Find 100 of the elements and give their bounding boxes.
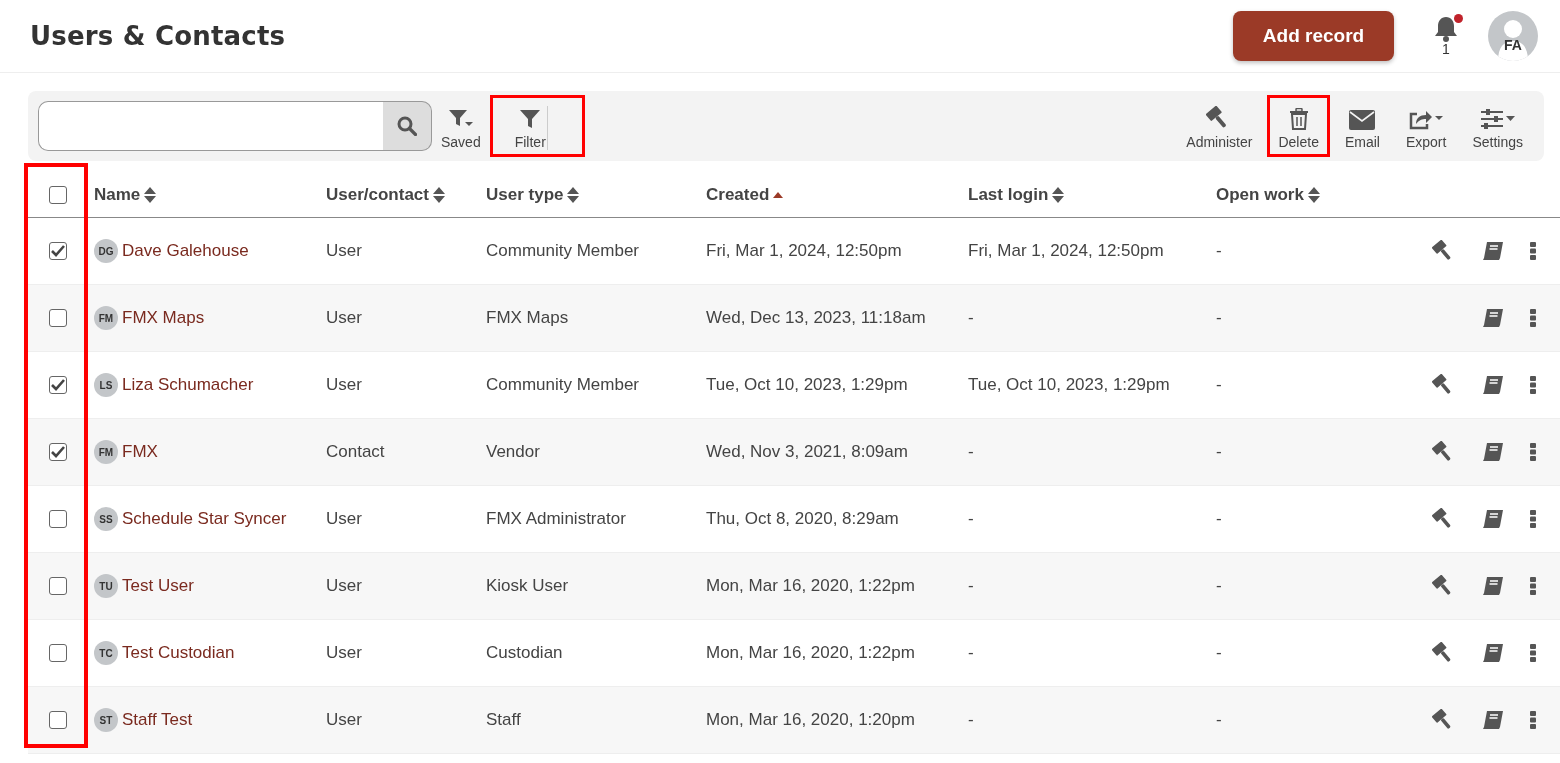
book-icon[interactable]: [1482, 643, 1504, 663]
table-cell-text: Wed, Nov 3, 2021, 8:09am: [705, 442, 909, 462]
table-cell-text: -: [1215, 576, 1223, 596]
initials-avatar: DG: [94, 239, 118, 263]
table-cell-text: Kiosk User: [485, 576, 570, 596]
saved-button[interactable]: Saved: [432, 95, 490, 157]
email-button[interactable]: Email: [1333, 95, 1391, 157]
book-icon[interactable]: [1482, 375, 1504, 395]
initials-avatar: ST: [94, 708, 118, 732]
export-button[interactable]: Export: [1394, 95, 1458, 157]
name-link[interactable]: Staff Test: [122, 710, 193, 730]
name-link[interactable]: Test User: [122, 576, 194, 596]
table-cell-text: Mon, Mar 16, 2020, 1:20pm: [705, 710, 916, 730]
table-cell-text: Custodian: [485, 643, 564, 663]
book-icon[interactable]: [1482, 308, 1504, 328]
column-header[interactable]: User type: [480, 185, 700, 205]
table-cell-text: -: [967, 442, 975, 462]
administer-button[interactable]: Administer: [1175, 95, 1264, 157]
table-cell-text: Mon, Mar 16, 2020, 1:22pm: [705, 643, 916, 663]
page-title: Users & Contacts: [30, 21, 287, 51]
settings-button[interactable]: Settings: [1461, 95, 1534, 157]
table-cell-text: User: [325, 710, 363, 730]
initials-avatar: SS: [94, 507, 118, 531]
add-record-button[interactable]: Add record: [1233, 11, 1394, 61]
table-cell-text: Tue, Oct 10, 2023, 1:29pm: [705, 375, 909, 395]
checkbox[interactable]: [49, 443, 67, 461]
checkbox[interactable]: [49, 309, 67, 327]
funnel-icon: [519, 108, 542, 130]
sort-up-icon[interactable]: [773, 192, 784, 198]
checkbox[interactable]: [49, 376, 67, 394]
table-cell-text: -: [967, 308, 975, 328]
delete-button[interactable]: Delete: [1267, 95, 1330, 157]
initials-avatar: LS: [94, 373, 118, 397]
table-cell-text: FMX Administrator: [485, 509, 627, 529]
sort-icon[interactable]: [567, 187, 580, 203]
user-avatar[interactable]: FA: [1488, 11, 1538, 61]
envelope-icon: [1349, 110, 1376, 130]
notification-count: 1: [1442, 42, 1450, 56]
name-link[interactable]: FMX: [122, 442, 158, 462]
column-header[interactable]: Name: [88, 185, 320, 205]
table-cell-text: User: [325, 308, 363, 328]
table-cell-text: Contact: [325, 442, 386, 462]
table-cell-text: User: [325, 509, 363, 529]
book-icon[interactable]: [1482, 710, 1504, 730]
checkbox[interactable]: [49, 644, 67, 662]
column-header[interactable]: Open work: [1210, 185, 1410, 205]
name-link[interactable]: Test Custodian: [122, 643, 235, 663]
table-cell-text: Mon, Mar 16, 2020, 1:22pm: [705, 576, 916, 596]
sort-icon[interactable]: [1307, 187, 1320, 203]
name-link[interactable]: Liza Schumacher: [122, 375, 254, 395]
more-icon[interactable]: [1530, 309, 1536, 327]
table-cell-text: Community Member: [485, 241, 641, 261]
more-icon[interactable]: [1530, 376, 1536, 394]
trash-icon: [1288, 108, 1309, 130]
more-icon[interactable]: [1530, 644, 1536, 662]
more-icon[interactable]: [1530, 242, 1536, 260]
table-cell-text: -: [1215, 241, 1223, 261]
more-icon[interactable]: [1530, 510, 1536, 528]
table-cell-text: Tue, Oct 10, 2023, 1:29pm: [967, 375, 1171, 395]
more-icon[interactable]: [1530, 443, 1536, 461]
table-cell-text: Staff: [485, 710, 522, 730]
table-cell-text: Wed, Dec 13, 2023, 11:18am: [705, 308, 927, 328]
table-cell-text: -: [1215, 308, 1223, 328]
table-cell-text: Vendor: [485, 442, 541, 462]
table-cell-text: Thu, Oct 8, 2020, 8:29am: [705, 509, 900, 529]
table-cell-text: -: [1215, 643, 1223, 663]
table-cell-text: -: [1215, 375, 1223, 395]
name-link[interactable]: Schedule Star Syncer: [122, 509, 287, 529]
table-cell-text: -: [967, 576, 975, 596]
table-cell-text: -: [967, 710, 975, 730]
checkbox[interactable]: [49, 242, 67, 260]
table-cell-text: Community Member: [485, 375, 641, 395]
initials-avatar: FM: [94, 306, 118, 330]
book-icon[interactable]: [1482, 509, 1504, 529]
column-header[interactable]: User/contact: [320, 185, 480, 205]
table-cell-text: -: [967, 643, 975, 663]
checkbox[interactable]: [49, 711, 67, 729]
checkbox[interactable]: [49, 510, 67, 528]
checkbox[interactable]: [49, 577, 67, 595]
table-cell-text: Fri, Mar 1, 2024, 12:50pm: [705, 241, 903, 261]
book-icon[interactable]: [1482, 241, 1504, 261]
column-header[interactable]: Last login: [962, 185, 1210, 205]
filter-button[interactable]: Filter: [489, 95, 585, 157]
name-link[interactable]: Dave Galehouse: [122, 241, 249, 261]
sort-icon[interactable]: [144, 187, 157, 203]
book-icon[interactable]: [1482, 576, 1504, 596]
more-icon[interactable]: [1530, 711, 1536, 729]
sliders-icon: [1479, 108, 1516, 130]
share-icon: [1408, 108, 1445, 130]
book-icon[interactable]: [1482, 442, 1504, 462]
sort-icon[interactable]: [433, 187, 445, 203]
column-header[interactable]: Created: [700, 185, 962, 205]
more-icon[interactable]: [1530, 577, 1536, 595]
name-link[interactable]: FMX Maps: [122, 308, 205, 328]
bell-icon[interactable]: [1434, 16, 1458, 42]
sort-icon[interactable]: [1052, 187, 1065, 203]
table-cell-text: -: [1215, 442, 1223, 462]
checkbox[interactable]: [49, 186, 67, 204]
table-cell-text: -: [1215, 509, 1223, 529]
table-cell-text: User: [325, 375, 363, 395]
